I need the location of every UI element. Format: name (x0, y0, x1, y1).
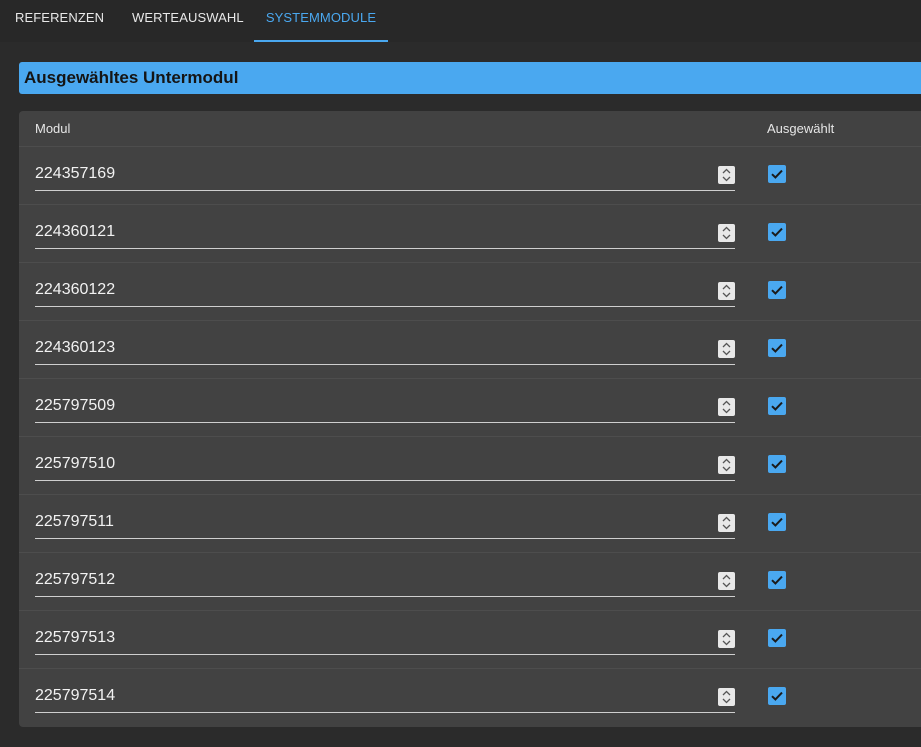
check-icon (771, 285, 783, 295)
modul-number-input[interactable]: 224357169 (35, 157, 735, 191)
table-row: 225797509 (19, 378, 921, 436)
selected-checkbox[interactable] (768, 513, 786, 531)
tab-werteauswahl[interactable]: WERTEAUSWAHL (116, 0, 254, 42)
modul-number-input[interactable]: 225797510 (35, 447, 735, 481)
modul-number-input[interactable]: 225797514 (35, 679, 735, 713)
check-icon (771, 459, 783, 469)
up-down-spinner-icon[interactable] (718, 340, 735, 358)
up-down-spinner-icon[interactable] (718, 398, 735, 416)
selected-checkbox[interactable] (768, 223, 786, 241)
selected-checkbox[interactable] (768, 455, 786, 473)
table-row: 224360122 (19, 262, 921, 320)
modul-value: 224360123 (35, 339, 116, 356)
check-icon (771, 575, 783, 585)
selected-checkbox[interactable] (768, 165, 786, 183)
check-icon (771, 401, 783, 411)
modules-table: Modul Ausgewählt 224357169 224360121 22436… (19, 111, 921, 727)
up-down-spinner-icon[interactable] (718, 224, 735, 242)
tab-systemmodule[interactable]: SYSTEMMODULE (254, 0, 388, 42)
up-down-spinner-icon[interactable] (718, 166, 735, 184)
modul-value: 225797509 (35, 397, 116, 414)
modul-number-input[interactable]: 225797509 (35, 389, 735, 423)
section-title: Ausgewähltes Untermodul (19, 62, 921, 94)
up-down-spinner-icon[interactable] (718, 630, 735, 648)
column-header-modul: Modul (35, 121, 71, 136)
modul-value: 225797510 (35, 455, 116, 472)
up-down-spinner-icon[interactable] (718, 456, 735, 474)
tab-bar: REFERENZEN WERTEAUSWAHL SYSTEMMODULE (0, 0, 921, 42)
modul-value: 225797511 (35, 513, 114, 530)
table-row: 225797510 (19, 436, 921, 494)
table-row: 225797513 (19, 610, 921, 668)
check-icon (771, 517, 783, 527)
check-icon (771, 169, 783, 179)
column-header-ausgewaehlt: Ausgewählt (767, 121, 835, 136)
check-icon (771, 343, 783, 353)
modul-number-input[interactable]: 224360121 (35, 215, 735, 249)
modul-number-input[interactable]: 224360123 (35, 331, 735, 365)
selected-checkbox[interactable] (768, 397, 786, 415)
modul-value: 225797514 (35, 687, 116, 704)
check-icon (771, 227, 783, 237)
modul-number-input[interactable]: 224360122 (35, 273, 735, 307)
modul-value: 224357169 (35, 165, 116, 182)
table-row: 224357169 (19, 146, 921, 204)
check-icon (771, 691, 783, 701)
up-down-spinner-icon[interactable] (718, 282, 735, 300)
modul-value: 225797513 (35, 629, 116, 646)
modul-number-input[interactable]: 225797513 (35, 621, 735, 655)
table-row: 225797511 (19, 494, 921, 552)
up-down-spinner-icon[interactable] (718, 514, 735, 532)
modul-value: 225797512 (35, 571, 116, 588)
table-row: 225797514 (19, 668, 921, 726)
tab-referenzen[interactable]: REFERENZEN (0, 0, 116, 42)
check-icon (771, 633, 783, 643)
up-down-spinner-icon[interactable] (718, 572, 735, 590)
selected-checkbox[interactable] (768, 687, 786, 705)
modul-number-input[interactable]: 225797511 (35, 505, 735, 539)
table-row: 224360123 (19, 320, 921, 378)
modul-value: 224360121 (35, 223, 116, 240)
selected-checkbox[interactable] (768, 281, 786, 299)
selected-checkbox[interactable] (768, 571, 786, 589)
selected-checkbox[interactable] (768, 339, 786, 357)
modul-value: 224360122 (35, 281, 116, 298)
table-row: 225797512 (19, 552, 921, 610)
up-down-spinner-icon[interactable] (718, 688, 735, 706)
modul-number-input[interactable]: 225797512 (35, 563, 735, 597)
table-row: 224360121 (19, 204, 921, 262)
selected-checkbox[interactable] (768, 629, 786, 647)
